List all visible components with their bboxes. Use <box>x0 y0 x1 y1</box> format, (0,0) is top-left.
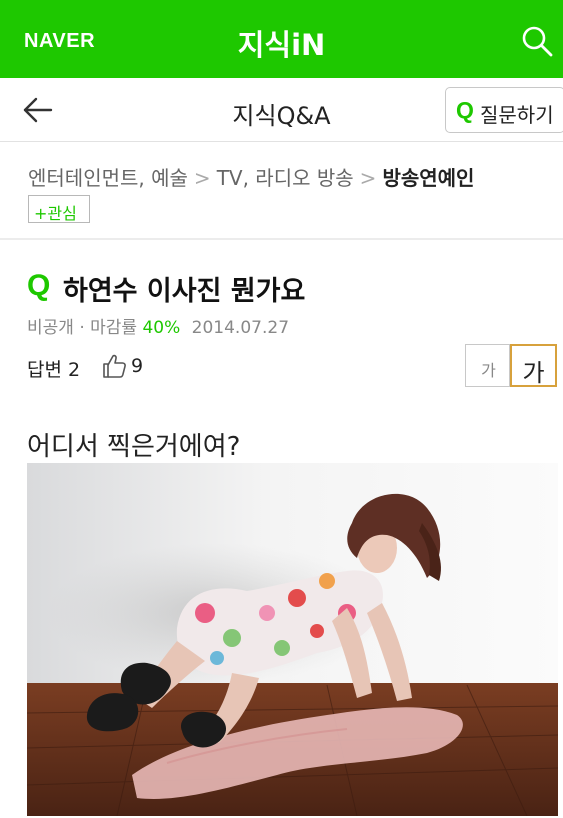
answer-count[interactable]: 답변 2 <box>27 355 80 382</box>
ask-question-button[interactable]: Q 질문하기 <box>445 87 563 133</box>
ask-question-label: 질문하기 <box>480 103 554 127</box>
q-icon: Q <box>27 269 51 302</box>
font-size-large-label: 가 <box>522 359 545 387</box>
like-count: 9 <box>131 355 144 377</box>
question-meta: 비공개 · 마감률 40% 2014.07.27 <box>27 313 289 338</box>
sub-header: 지식Q&A Q 질문하기 <box>0 78 563 142</box>
font-size-small-label: 가 <box>481 361 496 380</box>
visibility-text: 비공개 <box>27 318 74 338</box>
section-divider <box>0 238 563 240</box>
breadcrumb-item-celebrities[interactable]: 방송연예인 <box>382 166 474 190</box>
question-date: 2014.07.27 <box>191 318 290 338</box>
question-title: 하연수 이사진 뭔가요 <box>63 276 306 307</box>
font-size-small-button[interactable]: 가 <box>465 344 510 387</box>
breadcrumb-separator: > <box>193 166 211 190</box>
breadcrumb: 엔터테인먼트, 예술 > TV, 라디오 방송 > 방송연예인 <box>28 162 474 191</box>
app-title[interactable]: 지식iN <box>0 22 563 64</box>
breadcrumb-separator: > <box>359 166 377 190</box>
breadcrumb-item-entertainment[interactable]: 엔터테인먼트, 예술 <box>28 166 188 190</box>
question-body: 어디서 찍은거에여? <box>27 432 241 462</box>
meta-dot: · <box>79 318 85 338</box>
q-icon: Q <box>456 97 474 123</box>
thumbs-up-icon[interactable] <box>100 352 128 380</box>
follow-category-button[interactable]: +관심 <box>28 195 90 223</box>
breadcrumb-item-tv-radio[interactable]: TV, 라디오 방송 <box>217 166 354 190</box>
font-size-large-button[interactable]: 가 <box>510 344 557 387</box>
search-icon[interactable] <box>520 24 554 58</box>
question-photo[interactable] <box>27 463 558 816</box>
top-bar: NAVER 지식iN <box>0 0 563 78</box>
follow-label: +관심 <box>34 204 77 223</box>
close-rate-value: 40% <box>142 318 181 338</box>
close-rate-label: 마감률 <box>90 318 138 338</box>
